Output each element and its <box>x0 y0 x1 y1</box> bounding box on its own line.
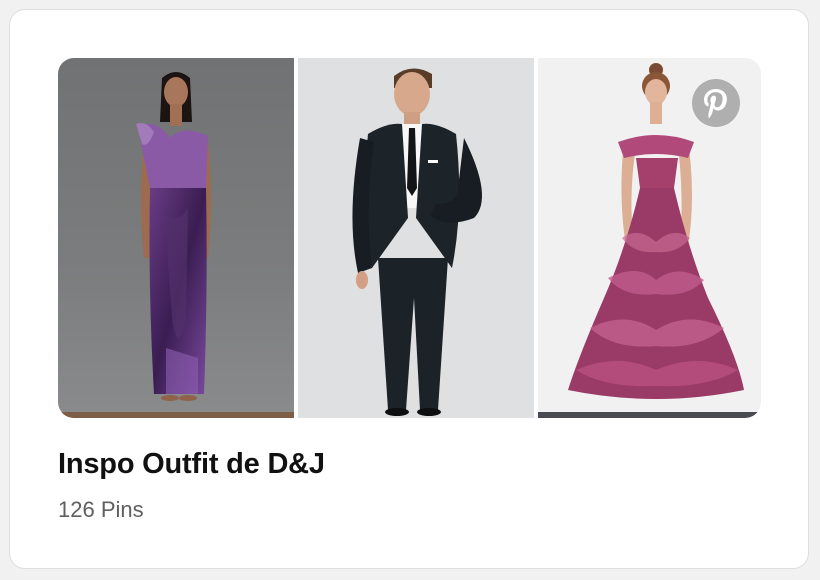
tuxedo-photo <box>298 58 534 418</box>
cover-image-tuxedo[interactable] <box>298 58 534 418</box>
cover-image-purple-gown[interactable] <box>58 58 294 418</box>
cover-image-ruffle-gown[interactable] <box>538 58 761 418</box>
board-cover-collage[interactable] <box>58 58 761 418</box>
board-title[interactable]: Inspo Outfit de D&J <box>58 448 325 481</box>
pinterest-badge <box>692 79 740 127</box>
pin-count: 126 Pins <box>58 497 144 522</box>
purple-gown-photo <box>58 58 294 418</box>
pinterest-logo-icon <box>704 89 727 119</box>
board-card[interactable]: Inspo Outfit de D&J 126 Pins <box>9 9 809 569</box>
